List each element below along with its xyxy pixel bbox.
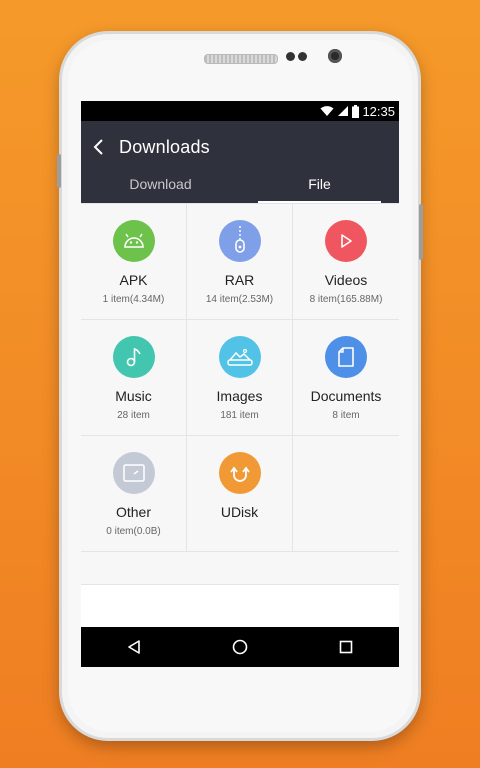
square-recents-icon bbox=[339, 640, 353, 654]
category-label: Documents bbox=[310, 388, 382, 404]
empty-cell bbox=[293, 436, 399, 552]
music-note-icon bbox=[112, 336, 155, 378]
tab-download[interactable]: Download bbox=[81, 173, 240, 203]
triangle-back-icon bbox=[128, 640, 140, 654]
nav-recents-button[interactable] bbox=[326, 627, 366, 667]
page-title: Downloads bbox=[119, 136, 210, 157]
back-button[interactable] bbox=[83, 121, 115, 173]
category-udisk[interactable]: UDisk bbox=[187, 436, 293, 552]
category-count: 8 item bbox=[332, 410, 360, 421]
category-count: 28 item bbox=[117, 410, 150, 421]
category-label: Images bbox=[216, 388, 263, 404]
screen: 12:35 Downloads Download File APK 1 item… bbox=[81, 101, 399, 667]
list-footer bbox=[81, 552, 399, 585]
category-count: 8 item(165.88M) bbox=[309, 294, 383, 305]
tab-bar: Download File bbox=[81, 173, 399, 203]
category-apk[interactable]: APK 1 item(4.34M) bbox=[81, 204, 187, 320]
status-time: 12:35 bbox=[362, 103, 395, 119]
folder-icon bbox=[112, 452, 155, 494]
nav-back-button[interactable] bbox=[114, 627, 154, 667]
play-icon bbox=[325, 220, 367, 262]
category-label: Music bbox=[115, 388, 152, 404]
front-camera bbox=[328, 49, 342, 63]
category-count: 181 item bbox=[220, 410, 259, 421]
category-label: RAR bbox=[224, 272, 255, 288]
proximity-sensor bbox=[286, 52, 295, 61]
status-bar: 12:35 bbox=[81, 101, 399, 121]
app-bar: Downloads bbox=[81, 121, 399, 173]
category-other[interactable]: Other 0 item(0.0B) bbox=[81, 436, 187, 552]
category-grid: APK 1 item(4.34M) RAR 14 item(2.53M) Vid… bbox=[81, 203, 399, 552]
landscape-icon bbox=[218, 336, 261, 378]
category-music[interactable]: Music 28 item bbox=[81, 320, 187, 436]
phone-frame: 12:35 Downloads Download File APK 1 item… bbox=[57, 34, 423, 738]
light-sensor bbox=[298, 52, 307, 61]
category-label: Other bbox=[115, 504, 151, 520]
category-images[interactable]: Images 181 item bbox=[187, 320, 293, 436]
signal-icon bbox=[337, 105, 349, 117]
volume-button bbox=[57, 154, 61, 188]
category-videos[interactable]: Videos 8 item(165.88M) bbox=[293, 204, 399, 320]
category-label: APK bbox=[119, 272, 148, 288]
navigation-bar bbox=[81, 627, 399, 667]
usb-icon bbox=[218, 452, 261, 494]
category-count: 0 item(0.0B) bbox=[106, 526, 161, 537]
chevron-left-icon bbox=[93, 139, 103, 155]
wifi-icon bbox=[320, 105, 334, 117]
zipper-icon bbox=[218, 220, 261, 262]
category-count: 1 item(4.34M) bbox=[102, 294, 165, 305]
nav-home-button[interactable] bbox=[220, 627, 260, 667]
category-label: UDisk bbox=[220, 504, 259, 520]
android-icon bbox=[112, 220, 155, 262]
category-rar[interactable]: RAR 14 item(2.53M) bbox=[187, 204, 293, 320]
power-button bbox=[419, 204, 423, 260]
tab-file[interactable]: File bbox=[240, 173, 399, 203]
battery-icon bbox=[352, 104, 360, 118]
category-label: Videos bbox=[324, 272, 368, 288]
document-icon bbox=[325, 336, 367, 378]
category-count: 14 item(2.53M) bbox=[205, 294, 274, 305]
category-documents[interactable]: Documents 8 item bbox=[293, 320, 399, 436]
speaker-grille bbox=[204, 54, 278, 64]
circle-home-icon bbox=[232, 639, 248, 655]
